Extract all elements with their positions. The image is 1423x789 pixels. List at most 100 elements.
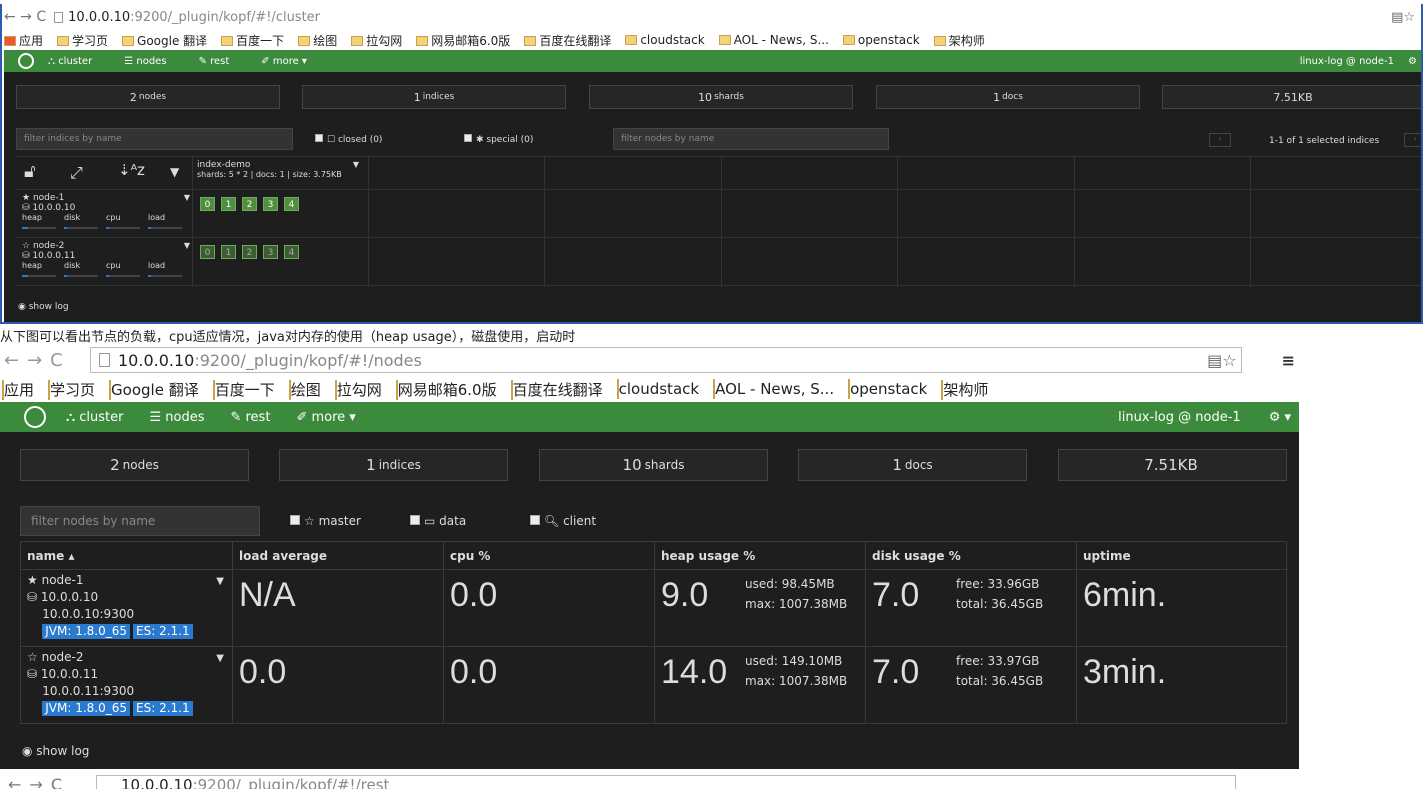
index-caret-icon: ▼ bbox=[352, 160, 359, 169]
bookmark-item[interactable]: 百度一下 bbox=[221, 32, 284, 49]
filter-indices-input[interactable]: filter indices by name bbox=[16, 128, 293, 150]
bookmark-item[interactable]: AOL - News, S... bbox=[718, 33, 829, 47]
stat-box: 2 nodes bbox=[16, 85, 280, 109]
menu-icon[interactable]: ≡ bbox=[1282, 351, 1295, 370]
shard-2[interactable]: 2 bbox=[242, 245, 257, 259]
bookmark-icon bbox=[842, 35, 855, 45]
bookmark-item[interactable]: 学习页 bbox=[57, 32, 108, 49]
shard-0[interactable]: 0 bbox=[200, 197, 215, 211]
special-checkbox[interactable]: ✱ special (0) bbox=[464, 134, 533, 145]
bookmark-item[interactable]: 网易邮箱6.0版 bbox=[395, 379, 497, 400]
bookmark-item[interactable]: 架构师 bbox=[941, 379, 988, 400]
col-cpu[interactable]: cpu % bbox=[443, 542, 654, 569]
row-caret-icon[interactable]: ▼ bbox=[216, 576, 224, 587]
kopf-logo-icon[interactable] bbox=[18, 53, 34, 69]
bookmark-item[interactable]: 应用 bbox=[4, 32, 43, 49]
address-bar[interactable]: 10.0.0.10:9200/_plugin/kopf/#!/cluster bbox=[54, 10, 1391, 25]
nav-nodes[interactable]: ☰ nodes bbox=[124, 56, 182, 67]
nav-rest[interactable]: ✎ rest bbox=[199, 56, 246, 67]
stat-box: 2 nodes bbox=[20, 449, 249, 481]
caption-text: 从下图可以看出节点的负载，cpu适应情况，java对内存的使用（heap usa… bbox=[0, 330, 576, 345]
index-header[interactable]: index-demo shards: 5 * 2 | docs: 1 | siz… bbox=[197, 160, 363, 179]
bookmark-item[interactable]: 架构师 bbox=[933, 32, 985, 49]
kopf-logo-icon[interactable] bbox=[24, 406, 46, 428]
expand-icon[interactable]: ⤢ bbox=[70, 163, 83, 183]
cell-cpu: 0.0 bbox=[443, 569, 654, 646]
col-disk[interactable]: disk usage % bbox=[865, 542, 1076, 569]
disk-icon: ⛁ bbox=[27, 590, 38, 604]
pager-prev-button[interactable]: ‹ bbox=[1209, 133, 1231, 147]
settings-gear-icon[interactable]: ⚙ bbox=[1408, 56, 1417, 67]
bookmark-item[interactable]: openstack bbox=[848, 379, 927, 399]
cpu-value: 0.0 bbox=[450, 576, 498, 614]
lock-icon[interactable]: 🔓︎ bbox=[24, 161, 36, 182]
bookmark-item[interactable]: 绘图 bbox=[298, 32, 337, 49]
master-star-icon: ★ bbox=[22, 193, 31, 203]
pager-next-button[interactable]: › bbox=[1404, 133, 1421, 147]
row-caret-icon[interactable]: ▼ bbox=[216, 653, 224, 664]
nav-more[interactable]: ✐ more ▾ bbox=[261, 56, 323, 67]
bookmark-item[interactable]: 应用 bbox=[2, 379, 34, 400]
show-log-toggle[interactable]: ◉ show log bbox=[18, 302, 69, 312]
shard-4[interactable]: 4 bbox=[284, 197, 299, 211]
sort-az-icon[interactable]: ⇣ᴬz bbox=[118, 161, 145, 179]
master-checkbox[interactable]: ☆ master bbox=[290, 514, 361, 528]
col-load[interactable]: load average bbox=[232, 542, 443, 569]
bookmark-icon bbox=[298, 35, 311, 46]
settings-gear-icon[interactable]: ⚙ ▾ bbox=[1269, 410, 1291, 425]
bookmark-item[interactable]: Google 翻译 bbox=[122, 32, 207, 49]
bookmark-item[interactable]: 学习页 bbox=[48, 379, 95, 400]
shard-list: 01234 bbox=[200, 197, 305, 211]
bookmark-item[interactable]: 网易邮箱6.0版 bbox=[416, 32, 510, 49]
translate-star-icons[interactable]: ▤☆ bbox=[1391, 10, 1415, 25]
show-log-toggle[interactable]: ◉ show log bbox=[22, 744, 89, 758]
nav-cluster[interactable]: ⛬ cluster bbox=[48, 56, 108, 67]
shard-3[interactable]: 3 bbox=[263, 197, 278, 211]
bookmark-item[interactable]: 百度在线翻译 bbox=[510, 379, 603, 400]
cell-disk: 7.0 free: 33.96GB total: 36.45GB bbox=[865, 569, 1076, 646]
shard-2[interactable]: 2 bbox=[242, 197, 257, 211]
es-badge: ES: 2.1.1 bbox=[133, 701, 193, 716]
col-heap[interactable]: heap usage % bbox=[654, 542, 865, 569]
shard-0[interactable]: 0 bbox=[200, 245, 215, 259]
data-checkbox[interactable]: ▭ data bbox=[410, 514, 466, 528]
bookmark-item[interactable]: 拉勾网 bbox=[334, 379, 382, 400]
cell-heap: 9.0 used: 98.45MB max: 1007.38MB bbox=[654, 569, 865, 646]
shard-1[interactable]: 1 bbox=[221, 245, 236, 259]
bookmark-item[interactable]: openstack bbox=[842, 33, 920, 47]
next-screenshot-fragment: ←→C 10.0.0.10:9200/_plugin/kopf/#!/rest bbox=[0, 769, 1423, 789]
address-bar[interactable]: 10.0.0.10:9200/_plugin/kopf/#!/nodes ▤☆ bbox=[90, 347, 1242, 373]
client-checkbox[interactable]: 🔍︎ client bbox=[530, 514, 596, 528]
stat-box: 7.51KB bbox=[1058, 449, 1287, 481]
col-uptime[interactable]: uptime bbox=[1076, 542, 1287, 569]
nav-more[interactable]: ✐ more ▾ bbox=[296, 410, 355, 425]
bookmark-item[interactable]: 拉勾网 bbox=[351, 32, 402, 49]
page-icon bbox=[54, 11, 64, 23]
disk-icon: ⛁ bbox=[27, 667, 38, 681]
browser-toolbar: ←→C 10.0.0.10:9200/_plugin/kopf/#!/nodes… bbox=[0, 344, 1299, 376]
col-name[interactable]: name ▴ bbox=[21, 542, 232, 569]
shard-3[interactable]: 3 bbox=[263, 245, 278, 259]
bookmark-item[interactable]: 百度一下 bbox=[212, 379, 275, 400]
nav-nodes[interactable]: ☰ nodes bbox=[149, 410, 204, 425]
closed-checkbox[interactable]: ☐ closed (0) bbox=[315, 134, 382, 145]
nav-rest[interactable]: ✎ rest bbox=[230, 410, 270, 425]
bookmark-icon bbox=[718, 35, 731, 45]
filter-nodes-input[interactable]: filter nodes by name bbox=[613, 128, 889, 150]
shard-1[interactable]: 1 bbox=[221, 197, 236, 211]
bookmark-item[interactable]: cloudstack bbox=[625, 33, 705, 47]
dropdown-caret-icon[interactable]: ▼ bbox=[170, 165, 179, 179]
bookmark-item[interactable]: cloudstack bbox=[616, 379, 699, 399]
shard-4[interactable]: 4 bbox=[284, 245, 299, 259]
back-forward-reload-icons[interactable]: ← → C bbox=[4, 9, 46, 25]
bookmark-item[interactable]: 百度在线翻译 bbox=[524, 32, 611, 49]
filter-nodes-input[interactable]: filter nodes by name bbox=[20, 506, 260, 536]
nav-cluster[interactable]: ⛬ cluster bbox=[66, 410, 123, 425]
bookmark-item[interactable]: AOL - News, S... bbox=[713, 379, 834, 399]
bookmark-icon bbox=[221, 35, 234, 46]
bookmark-item[interactable]: Google 翻译 bbox=[109, 379, 199, 400]
star-icon: ☆ bbox=[27, 650, 38, 664]
bookmark-icon bbox=[625, 35, 638, 45]
bookmark-item[interactable]: 绘图 bbox=[288, 379, 321, 400]
back-forward-reload-icons[interactable]: ←→C bbox=[4, 350, 90, 371]
